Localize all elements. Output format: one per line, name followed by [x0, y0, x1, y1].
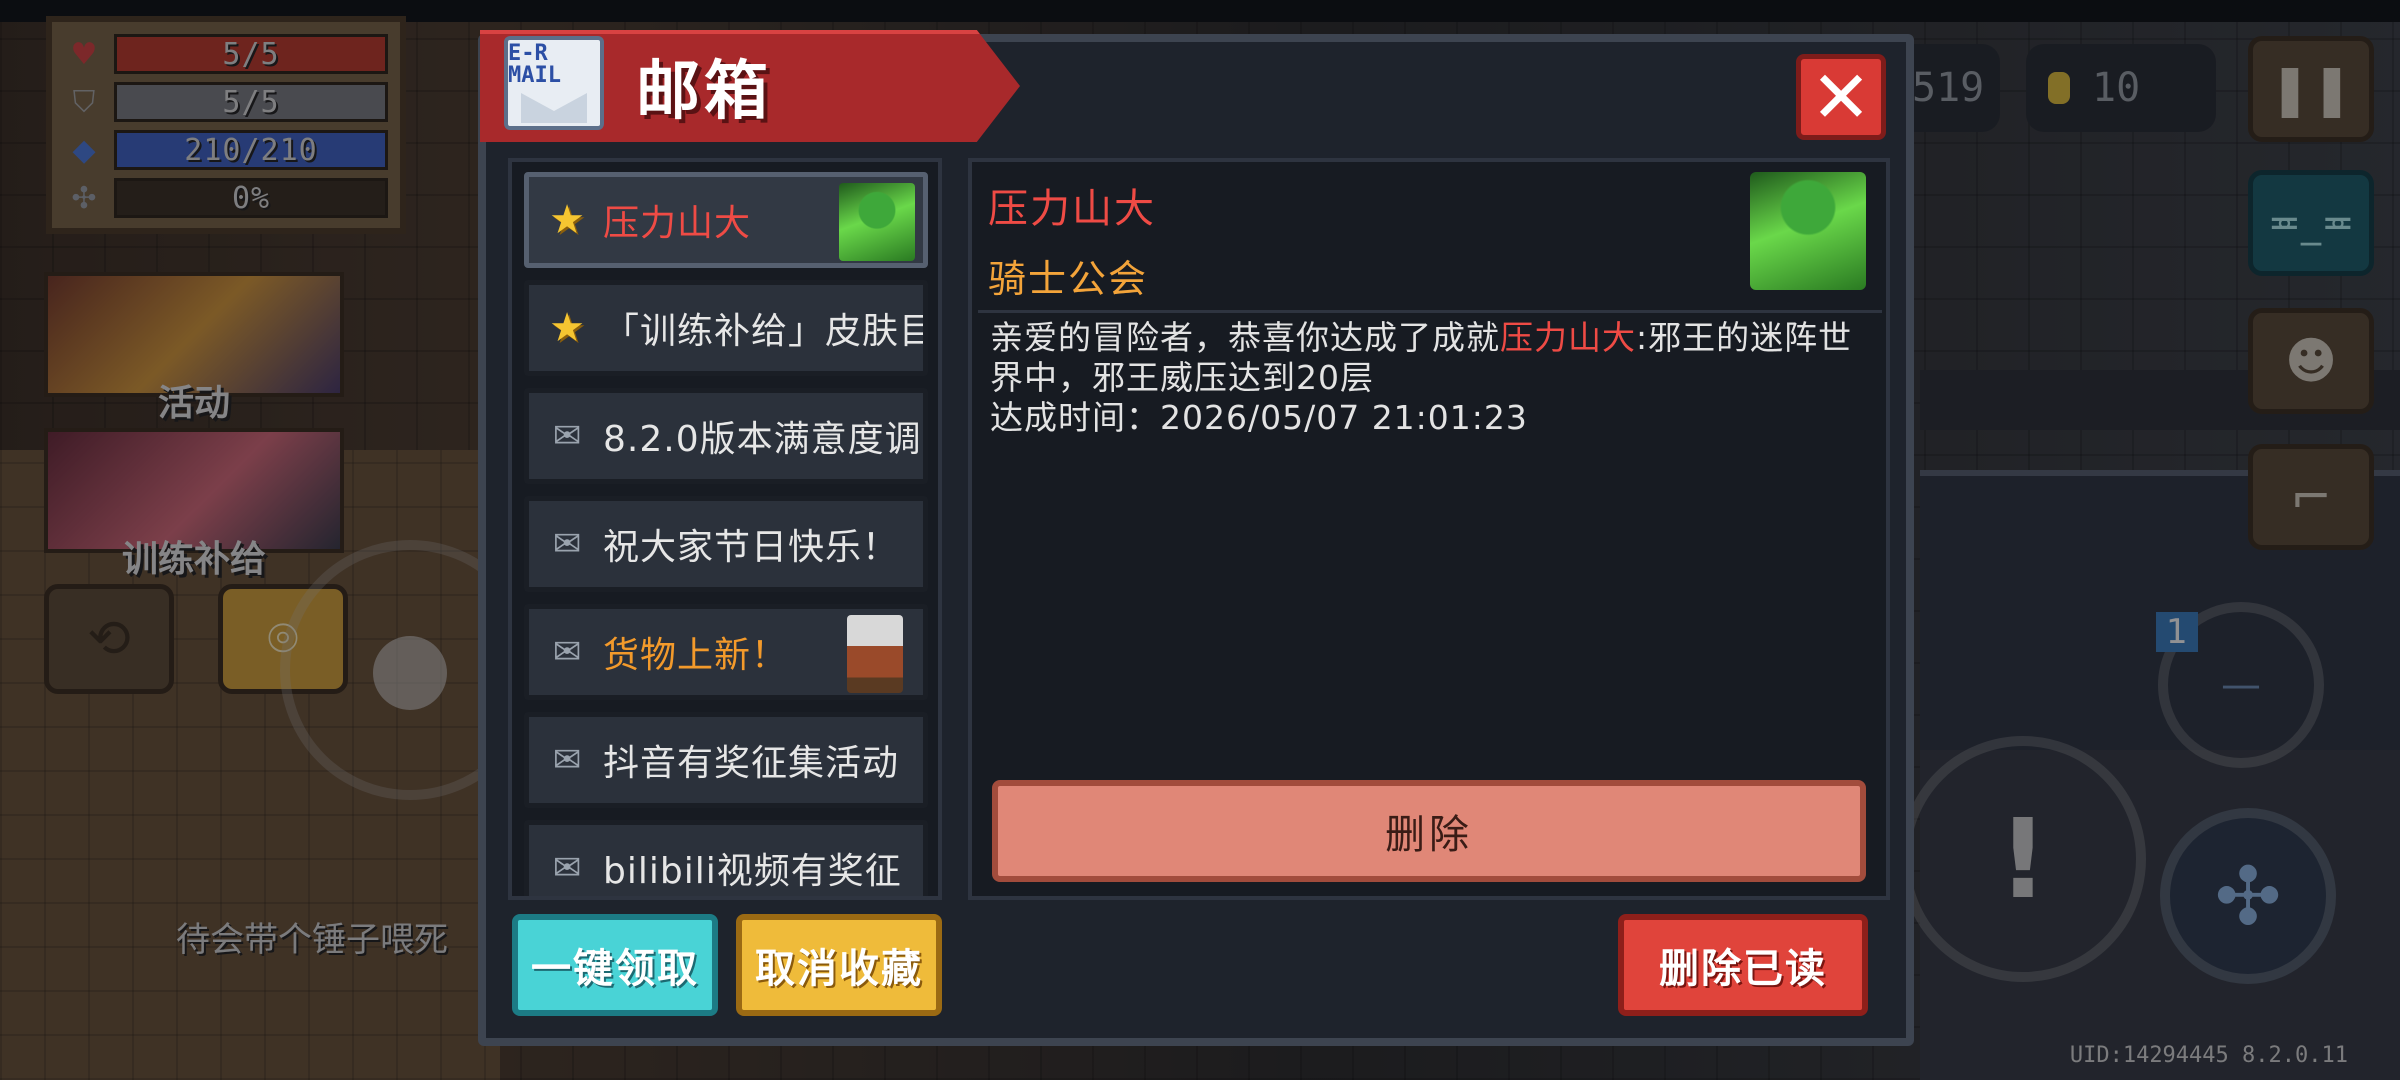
- detail-body: 亲爱的冒险者，恭喜你达成了成就压力山大:邪王的迷阵世界中，邪王威压达到20层 达…: [990, 318, 1860, 438]
- delete-button[interactable]: 删除: [992, 780, 1866, 882]
- delete-read-button[interactable]: 删除已读: [1618, 914, 1868, 1016]
- achievement-time: 达成时间：2026/05/07 21:01:23: [990, 398, 1528, 437]
- mail-title: 货物上新！: [603, 635, 789, 676]
- mail-item-5[interactable]: ✉ 抖音有奖征集活动: [524, 712, 928, 808]
- star-icon: ★: [549, 197, 585, 243]
- mail-title: 压力山大: [603, 203, 752, 244]
- envelope-shape: [521, 93, 587, 123]
- mail-item-0[interactable]: ★ 压力山大: [524, 172, 928, 268]
- mail-icon-text: E-R MAIL: [508, 41, 561, 88]
- mail-title: bilibili视频有奖征: [603, 851, 902, 892]
- mail-item-1[interactable]: ★ 「训练补给」皮肤目: [524, 280, 928, 376]
- envelope-icon: ✉: [552, 524, 582, 564]
- close-button[interactable]: ✕: [1796, 54, 1886, 140]
- mail-item-3[interactable]: ✉ 祝大家节日快乐！: [524, 496, 928, 592]
- mail-title: 「训练补给」皮肤目: [603, 311, 923, 352]
- detail-divider: [978, 310, 1882, 313]
- mail-item-4[interactable]: ✉ 货物上新！: [524, 604, 928, 700]
- mail-title: 祝大家节日快乐！: [603, 527, 900, 568]
- detail-sender: 骑士公会: [988, 257, 1149, 301]
- mail-title: 8.2.0版本满意度调: [603, 419, 922, 460]
- knight-guild-avatar-icon: [839, 183, 915, 261]
- merchant-avatar-icon: [847, 615, 903, 693]
- body-highlight: 压力山大: [1500, 318, 1636, 357]
- detail-title: 压力山大: [988, 186, 1156, 232]
- mail-icon: E-R MAIL: [504, 36, 604, 130]
- mail-list[interactable]: ★ 压力山大 ★ 「训练补给」皮肤目 ✉ 8.2.0版本满意度调 ✉ 祝大家节日…: [508, 158, 942, 900]
- claim-all-button[interactable]: 一键领取: [512, 914, 718, 1016]
- envelope-icon: ✉: [552, 632, 582, 672]
- envelope-icon: ✉: [552, 740, 582, 780]
- body-prefix: 亲爱的冒险者，恭喜你达成了成就: [990, 318, 1500, 357]
- unfavorite-button[interactable]: 取消收藏: [736, 914, 942, 1016]
- dialog-title: 邮箱: [636, 55, 772, 129]
- envelope-icon: ✉: [552, 416, 582, 456]
- mail-title: 抖音有奖征集活动: [603, 743, 900, 784]
- mail-item-6[interactable]: ✉ bilibili视频有奖征: [524, 820, 928, 896]
- star-icon: ★: [549, 305, 585, 351]
- mail-item-2[interactable]: ✉ 8.2.0版本满意度调: [524, 388, 928, 484]
- knight-guild-avatar-icon: [1750, 172, 1866, 290]
- envelope-icon: ✉: [552, 848, 582, 888]
